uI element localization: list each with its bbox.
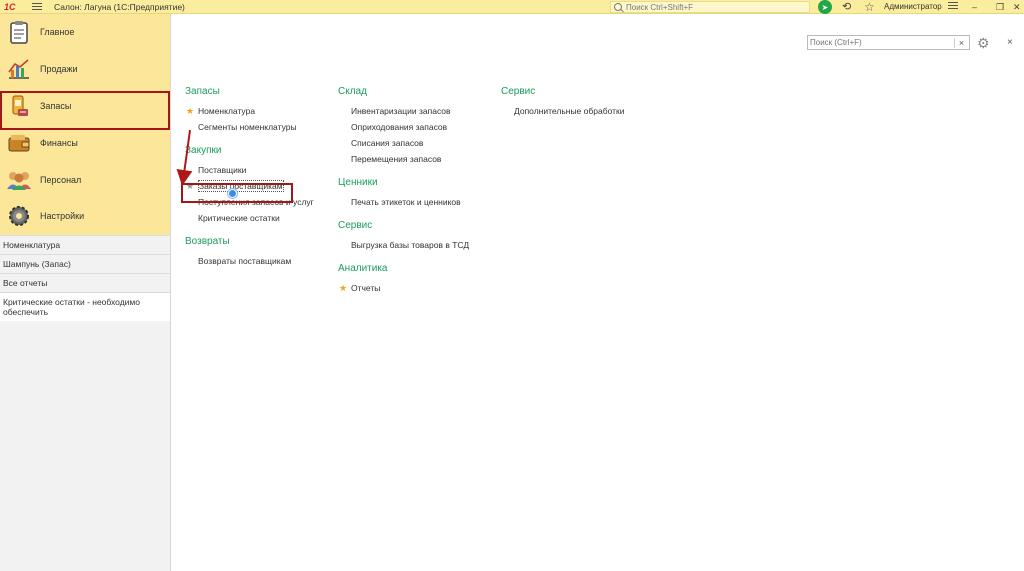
section-label: Персонал (40, 174, 82, 185)
section-label: Продажи (40, 64, 78, 75)
wallet-icon (6, 130, 32, 156)
sections-panel: Главное Продажи Запасы Финансы Персонал (0, 14, 171, 571)
group-title: Запасы (185, 86, 220, 97)
minimize-button[interactable]: – (972, 0, 977, 14)
menu-link[interactable]: Сегменты номенклатуры (185, 119, 314, 135)
column-3: Сервис Дополнительные обработки (501, 86, 624, 119)
settings-gear-icon[interactable]: ⚙ (977, 35, 990, 52)
menu-link-label: Возвраты поставщикам (198, 256, 292, 266)
search-icon (614, 3, 622, 11)
sales-chart-icon (6, 56, 32, 82)
menu-link-label: Дополнительные обработки (514, 106, 625, 116)
group-title: Аналитика (338, 263, 388, 274)
group-title: Возвраты (185, 236, 230, 247)
main-menu-icon[interactable] (32, 3, 42, 10)
menu-link-label: Перемещения запасов (351, 154, 442, 164)
history-icon[interactable]: ⟲ (842, 1, 851, 13)
clear-search-button[interactable]: × (954, 37, 968, 48)
column-2: Склад Инвентаризации запасов Оприходован… (338, 86, 469, 296)
menu-link-label: Инвентаризации запасов (351, 106, 451, 116)
menu-link-label: Списания запасов (351, 138, 424, 148)
favorite-star-icon[interactable]: ★ (186, 103, 194, 119)
section-label: Финансы (40, 137, 78, 148)
menu-link[interactable]: Списания запасов (338, 135, 469, 151)
menu-link-label: Оприходования запасов (351, 122, 448, 132)
favorite-star-icon[interactable]: ★ (339, 280, 347, 296)
favorites-star-icon[interactable]: ☆ (864, 0, 875, 14)
menu-link-label: Выгрузка базы товаров в ТСД (351, 240, 470, 250)
section-settings[interactable]: Настройки (0, 198, 170, 235)
global-search[interactable] (610, 1, 810, 13)
current-user[interactable]: Администратор (884, 2, 942, 11)
section-sales[interactable]: Продажи (0, 51, 170, 88)
title-bar: 1С Салон: Лагуна (1С:Предприятие) ➤ ⟲ ☆ … (0, 0, 1024, 14)
menu-link-label: Номенклатура (198, 106, 256, 116)
recent-item[interactable]: Номенклатура (0, 234, 170, 254)
app-title: Салон: Лагуна (1С:Предприятие) (54, 1, 185, 12)
menu-link[interactable]: Выгрузка базы товаров в ТСД (338, 237, 469, 253)
menu-link-label: Поставщики (198, 165, 247, 175)
content-search-input[interactable] (808, 38, 954, 47)
menu-link-label: Сегменты номенклатуры (198, 122, 297, 132)
menu-link[interactable]: Инвентаризации запасов (338, 103, 469, 119)
restore-button[interactable]: ❐ (996, 0, 1004, 14)
settings-menu-icon[interactable] (948, 2, 958, 9)
recent-item[interactable]: Все отчеты (0, 272, 170, 292)
section-staff[interactable]: Персонал (0, 161, 170, 198)
telegram-icon[interactable]: ➤ (818, 0, 832, 14)
close-panel-button[interactable]: × (1007, 37, 1013, 48)
menu-link[interactable]: Дополнительные обработки (501, 103, 624, 119)
section-label: Настройки (40, 211, 85, 222)
group-title: Ценники (338, 177, 378, 188)
menu-link[interactable]: Критические остатки (185, 210, 314, 226)
active-section-highlight (0, 91, 170, 130)
menu-link-label: Печать этикеток и ценников (351, 197, 461, 207)
group-title: Закупки (185, 145, 222, 156)
global-search-input[interactable] (626, 2, 806, 12)
menu-link[interactable]: Поставщики (185, 162, 314, 178)
recent-item[interactable]: Критические остатки - необходимо обеспеч… (0, 291, 170, 321)
recent-item[interactable]: Шампунь (Запас) (0, 253, 170, 273)
menu-link[interactable]: Печать этикеток и ценников (338, 194, 469, 210)
menu-link[interactable]: ★ Отчеты (338, 280, 469, 296)
mouse-cursor (228, 189, 237, 198)
menu-link[interactable]: Перемещения запасов (338, 151, 469, 167)
close-window-button[interactable]: ✕ (1013, 0, 1021, 14)
group-title: Склад (338, 86, 367, 97)
column-1: Запасы ★ Номенклатура Сегменты номенклату… (185, 86, 314, 269)
section-label: Главное (40, 27, 75, 38)
people-icon (6, 167, 32, 193)
group-title: Сервис (338, 220, 373, 231)
menu-link[interactable]: ★ Номенклатура (185, 103, 314, 119)
recent-list: Номенклатура Шампунь (Запас) Все отчеты … (0, 234, 170, 321)
menu-link-label: Критические остатки (198, 213, 280, 223)
section-content: × ⚙ × Запасы ★ Номенклатура Сегменты номе… (171, 14, 1024, 571)
group-title: Сервис (501, 86, 536, 97)
menu-link-label: Отчеты (351, 283, 381, 293)
menu-link[interactable]: Оприходования запасов (338, 119, 469, 135)
gear-icon (6, 203, 32, 229)
highlight-frame (181, 183, 293, 203)
app-logo: 1С (4, 1, 16, 12)
menu-link[interactable]: Возвраты поставщикам (185, 253, 314, 269)
section-main[interactable]: Главное (0, 14, 170, 51)
clipboard-icon (6, 19, 32, 45)
content-search[interactable]: × (807, 35, 970, 50)
